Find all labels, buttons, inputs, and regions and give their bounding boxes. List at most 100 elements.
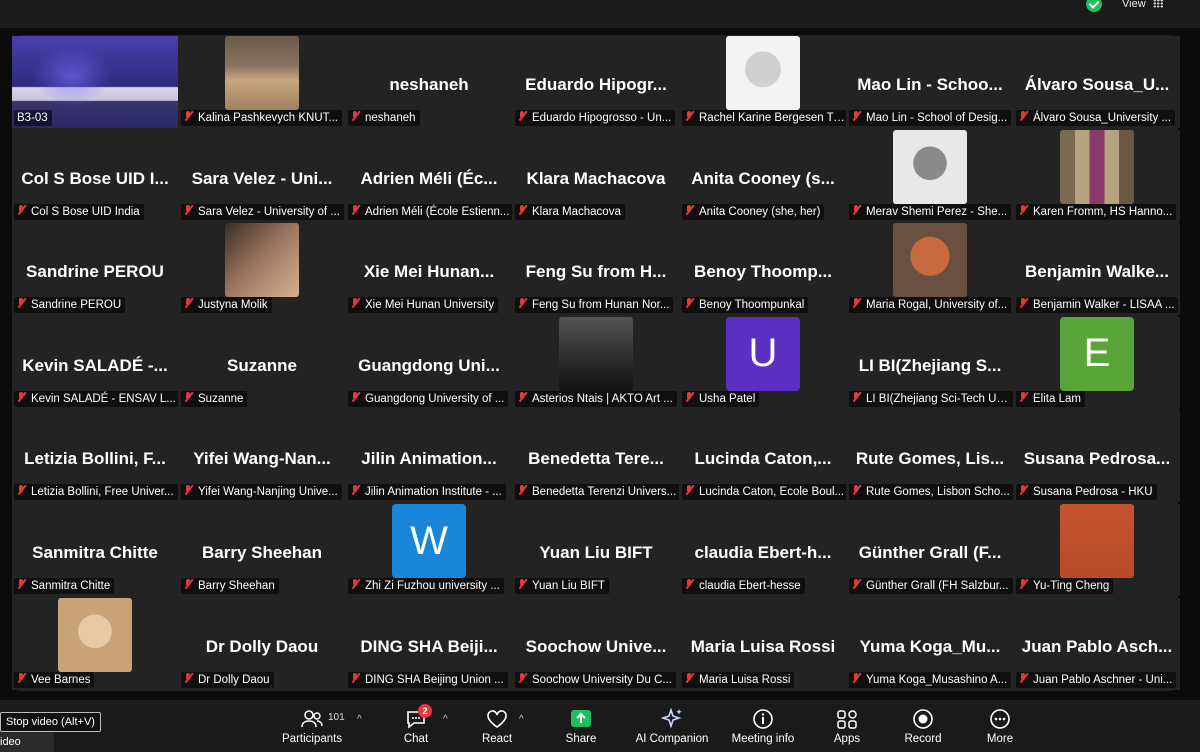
participant-tile[interactable]: Feng Su from H... Feng Su from Hunan Nor.… (513, 223, 679, 316)
participant-tile[interactable]: Kalina Pashkevych KNUT... (179, 36, 345, 128)
participant-tile[interactable]: Klara Machacova Klara Machacova (513, 129, 679, 222)
participant-tile[interactable]: Karen Fromm, HS Hanno... (1014, 129, 1180, 222)
participant-display-name: DING SHA Beiji... (360, 636, 498, 656)
participant-tile[interactable]: Günther Grall (F... Günther Grall (FH Sal… (847, 504, 1013, 596)
participant-label-text: Vee Barnes (31, 673, 91, 686)
participant-tile[interactable]: Maria Luisa Rossi Maria Luisa Rossi (680, 597, 846, 690)
participant-name-label: Yuma Koga_Musashino A... (849, 671, 1012, 688)
participant-tile[interactable]: Col S Bose UID I... Col S Bose UID India (12, 129, 178, 222)
participant-tile[interactable]: Merav Shemi Perez - She... (847, 129, 1013, 222)
chat-caret-icon[interactable]: ^ (443, 714, 448, 725)
participant-tile[interactable]: U Usha Patel (680, 316, 846, 409)
participant-tile[interactable]: Yu-Ting Cheng (1014, 504, 1180, 596)
participant-label-text: Dr Dolly Daou (198, 673, 270, 686)
more-button[interactable]: More (982, 708, 1018, 745)
participant-display-name: Benoy Thoomp... (694, 262, 832, 282)
participant-name-label: Suzanne (181, 390, 248, 407)
participant-name-label: Usha Patel (682, 390, 760, 407)
participant-display-name: Susana Pedrosa... (1023, 449, 1171, 469)
encryption-shield-icon[interactable] (1086, 0, 1102, 12)
participant-tile[interactable]: Benedetta Tere... Benedetta Terenzi Unive… (513, 410, 679, 503)
participant-tile[interactable]: Xie Mei Hunan... Xie Mei Hunan University (346, 223, 512, 316)
participant-tile[interactable]: neshaneh neshaneh (346, 36, 512, 128)
participant-avatar: W (392, 504, 466, 578)
participant-tile[interactable]: W Zhi Zi Fuzhou university ... (346, 504, 512, 596)
participant-tile[interactable]: Susana Pedrosa... Susana Pedrosa - HKU (1014, 410, 1180, 503)
participant-tile[interactable]: Guangdong Uni... Guangdong University of … (346, 316, 512, 409)
participant-tile[interactable]: B3-03 (12, 36, 178, 128)
participant-tile[interactable]: Benjamin Walke... Benjamin Walker - LISAA… (1014, 223, 1180, 316)
mic-muted-icon (1019, 579, 1028, 590)
mic-muted-icon (184, 672, 193, 684)
participants-count: 101 (328, 712, 345, 723)
participant-tile[interactable]: Justyna Molik (179, 223, 345, 316)
participant-tile[interactable]: Sandrine PEROU Sandrine PEROU (12, 223, 178, 316)
participant-tile[interactable]: Sara Velez - Uni... Sara Velez - Universi… (179, 129, 345, 222)
participant-tile[interactable]: Jilin Animation... Jilin Animation Instit… (346, 410, 512, 503)
participant-display-name: Benedetta Tere... (528, 449, 664, 469)
participant-display-name: Yifei Wang-Nan... (193, 449, 331, 469)
participant-tile[interactable]: Benoy Thoomp... Benoy Thoompunkal (680, 223, 846, 316)
participant-tile[interactable]: Eduardo Hipogr... Eduardo Hipogrosso - Un… (513, 36, 679, 128)
share-button[interactable]: Share (560, 708, 602, 745)
participant-tile[interactable]: Yifei Wang-Nan... Yifei Wang-Nanjing Univ… (179, 410, 345, 503)
participant-tile[interactable]: Barry Sheehan Barry Sheehan (179, 504, 345, 596)
view-button-label[interactable]: View (1122, 0, 1146, 10)
participant-tile[interactable]: Anita Cooney (s... Anita Cooney (she, her… (680, 129, 846, 222)
participant-name-label: Anita Cooney (she, her) (682, 203, 825, 220)
participant-tile[interactable]: Sanmitra Chitte Sanmitra Chitte (12, 504, 178, 596)
participant-label-text: Justyna Molik (198, 299, 268, 312)
participant-photo (225, 223, 299, 298)
ai-companion-button[interactable]: AI Companion (634, 707, 710, 745)
participant-label-text: Elita Lam (1033, 392, 1081, 405)
chat-button[interactable]: 2 Chat (396, 704, 436, 745)
participant-tile[interactable]: Maria Rogal, University of... (847, 223, 1013, 316)
participant-tile[interactable]: E Elita Lam (1014, 316, 1180, 409)
participant-tile[interactable]: Soochow Unive... Soochow University Du C.… (513, 597, 679, 690)
mic-muted-icon (852, 579, 861, 590)
mic-muted-icon (1019, 298, 1028, 309)
participant-tile[interactable]: Asterios Ntais | AKTO Art ... (513, 316, 679, 409)
participant-tile[interactable]: Letizia Bollini, F... Letizia Bollini, Fr… (12, 410, 178, 503)
react-caret-icon[interactable]: ^ (519, 714, 524, 725)
participant-name-label: Merav Shemi Perez - She... (849, 203, 1012, 220)
participant-tile[interactable]: Mao Lin - Schoo... Mao Lin - School of De… (847, 36, 1013, 128)
participant-label-text: Maria Luisa Rossi (699, 673, 791, 686)
participant-tile[interactable]: Dr Dolly Daou Dr Dolly Daou (179, 597, 345, 690)
mic-muted-icon (17, 298, 26, 309)
react-button[interactable]: React (476, 708, 518, 745)
participant-tile[interactable]: Rachel Karine Bergesen Tr... (680, 36, 846, 128)
participant-name-label: Adrien Méli (École Estienn... (348, 203, 512, 220)
participant-name-label: Soochow University Du C... (515, 671, 676, 688)
mic-muted-icon (685, 204, 694, 216)
participant-tile[interactable]: Juan Pablo Asch... Juan Pablo Aschner - U… (1014, 597, 1180, 690)
participant-tile[interactable]: Álvaro Sousa_U... Álvaro Sousa_University… (1014, 36, 1180, 128)
participant-name-label: Rute Gomes, Lisbon Scho... (849, 484, 1013, 501)
participant-label-text: Guangdong University of ... (365, 392, 505, 405)
participant-tile[interactable]: LI BI(Zhejiang S... LI BI(Zhejiang Sci-Te… (847, 316, 1013, 409)
participant-avatar: U (726, 316, 800, 391)
participant-tile[interactable]: Vee Barnes (12, 597, 178, 690)
participant-tile[interactable]: Rute Gomes, Lis... Rute Gomes, Lisbon Sch… (847, 410, 1013, 503)
participant-tile[interactable]: Yuma Koga_Mu... Yuma Koga_Musashino A... (847, 597, 1013, 690)
participant-display-name: claudia Ebert-h... (694, 543, 832, 562)
participant-name-label: B3-03 (14, 110, 52, 126)
gallery-grid-icon[interactable] (1153, 0, 1163, 8)
participant-label-text: Yuan Liu BIFT (532, 580, 605, 592)
participant-tile[interactable]: Kevin SALADÉ -... Kevin SALADÉ - ENSAV L.… (12, 316, 178, 409)
participant-label-text: Karen Fromm, HS Hanno... (1033, 205, 1173, 218)
participant-display-name: Lucinda Caton,... (694, 449, 832, 469)
participant-tile[interactable]: Yuan Liu BIFT Yuan Liu BIFT (513, 504, 679, 596)
participant-tile[interactable]: Suzanne Suzanne (179, 316, 345, 409)
participant-tile[interactable]: Adrien Méli (Éc... Adrien Méli (École Est… (346, 129, 512, 222)
participant-tile[interactable]: claudia Ebert-h... claudia Ebert-hesse (680, 504, 846, 596)
participant-tile[interactable]: DING SHA Beiji... DING SHA Beijing Union … (346, 597, 512, 690)
participant-name-label: Benoy Thoompunkal (682, 297, 809, 314)
participant-tile[interactable]: Lucinda Caton,... Lucinda Caton, Ecole Bo… (680, 410, 846, 503)
participant-display-name: Xie Mei Hunan... (363, 262, 495, 282)
meeting-info-button[interactable]: Meeting info (727, 708, 799, 745)
participants-caret-icon[interactable]: ^ (357, 714, 362, 725)
mic-muted-icon (518, 111, 527, 122)
record-button[interactable]: Record (902, 708, 944, 745)
apps-button[interactable]: Apps (828, 708, 866, 745)
